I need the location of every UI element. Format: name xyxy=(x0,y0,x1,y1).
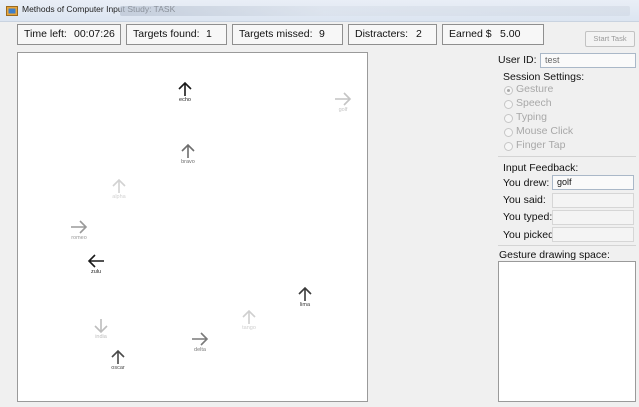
radio-button xyxy=(504,128,513,137)
arrow-up-icon xyxy=(181,143,195,158)
arrow-right-icon xyxy=(192,332,209,346)
targets-missed-box: Targets missed: 9 xyxy=(232,24,343,45)
targets-found-box: Targets found: 1 xyxy=(126,24,227,45)
radio-label: Typing xyxy=(516,111,547,123)
earned-label: Earned $ xyxy=(449,28,492,40)
you-drew-label: You drew: xyxy=(503,177,550,189)
arrow-left-icon xyxy=(87,254,104,268)
target-tango[interactable]: tango xyxy=(234,309,264,341)
you-said-field xyxy=(552,193,634,208)
gesture-drawing-area[interactable] xyxy=(498,261,636,402)
target-word: oscar xyxy=(111,365,125,371)
arrow-up-icon xyxy=(298,286,312,301)
you-typed-field xyxy=(552,210,634,225)
target-zulu[interactable]: zulu xyxy=(81,253,111,285)
you-typed-label: You typed: xyxy=(503,211,553,223)
arrow-right-icon xyxy=(71,220,88,234)
arrow-up-icon xyxy=(112,178,126,193)
target-word: tango xyxy=(242,325,256,331)
arrow-up-icon xyxy=(111,349,125,364)
radio-label: Finger Tap xyxy=(516,139,566,151)
target-canvas[interactable]: echo golf bravo alpha romeo zulu lima ta… xyxy=(17,52,368,402)
arrow-up-icon xyxy=(178,81,192,96)
radio-button xyxy=(504,142,513,151)
radio-button xyxy=(504,100,513,109)
target-word: zulu xyxy=(90,269,102,275)
radio-label: Gesture xyxy=(516,83,554,95)
target-india[interactable]: india xyxy=(86,318,116,350)
arrow-down-icon xyxy=(94,319,108,334)
arrow-right-icon xyxy=(335,92,352,106)
divider xyxy=(498,245,636,246)
targets-found-value: 1 xyxy=(206,28,212,40)
target-alpha[interactable]: alpha xyxy=(104,178,134,210)
target-delta[interactable]: delta xyxy=(185,331,215,363)
you-said-label: You said: xyxy=(503,194,546,206)
arrow-up-icon xyxy=(242,309,256,324)
target-word: romeo xyxy=(71,235,87,241)
target-echo[interactable]: echo xyxy=(170,81,200,113)
user-id-label: User ID: xyxy=(498,54,537,66)
target-word: golf xyxy=(338,107,348,113)
radio-button xyxy=(504,114,513,123)
app-icon xyxy=(6,6,18,16)
target-romeo[interactable]: romeo xyxy=(64,219,94,251)
target-word: india xyxy=(95,334,107,340)
distracters-value: 2 xyxy=(416,28,422,40)
targets-found-label: Targets found: xyxy=(133,28,200,40)
distracters-label: Distracters: xyxy=(355,28,409,40)
target-golf[interactable]: golf xyxy=(328,91,358,123)
time-left-label: Time left: xyxy=(24,28,67,40)
targets-missed-value: 9 xyxy=(319,28,325,40)
earned-value: 5.00 xyxy=(500,28,521,40)
you-picked-label: You picked: xyxy=(503,229,557,241)
time-left-value: 00:07:26 xyxy=(74,28,115,40)
radio-label: Mouse Click xyxy=(516,125,574,137)
targets-missed-label: Targets missed: xyxy=(239,28,313,40)
time-left-box: Time left: 00:07:26 xyxy=(17,24,121,45)
session-settings-title: Session Settings: xyxy=(503,71,585,83)
input-feedback-title: Input Feedback: xyxy=(503,162,579,174)
target-word: delta xyxy=(194,347,206,353)
target-lima[interactable]: lima xyxy=(290,286,320,318)
radio-button xyxy=(504,86,513,95)
target-word: alpha xyxy=(112,194,126,200)
target-oscar[interactable]: oscar xyxy=(103,349,133,381)
start-task-button[interactable]: Start Task xyxy=(585,31,635,47)
you-drew-field: golf xyxy=(552,175,634,190)
title-bar: Methods of Computer Input Study: TASK xyxy=(0,0,639,22)
gesture-space-label: Gesture drawing space: xyxy=(499,249,610,261)
earned-box: Earned $ 5.00 xyxy=(442,24,544,45)
target-word: lima xyxy=(299,302,311,308)
divider xyxy=(498,156,636,157)
target-word: bravo xyxy=(181,159,195,165)
target-bravo[interactable]: bravo xyxy=(173,143,203,175)
target-word: echo xyxy=(179,97,191,103)
you-picked-field xyxy=(552,227,634,242)
distracters-box: Distracters: 2 xyxy=(348,24,437,45)
radio-label: Speech xyxy=(516,97,552,109)
user-id-field[interactable]: test xyxy=(540,53,636,68)
title-bar-blur xyxy=(120,6,630,16)
